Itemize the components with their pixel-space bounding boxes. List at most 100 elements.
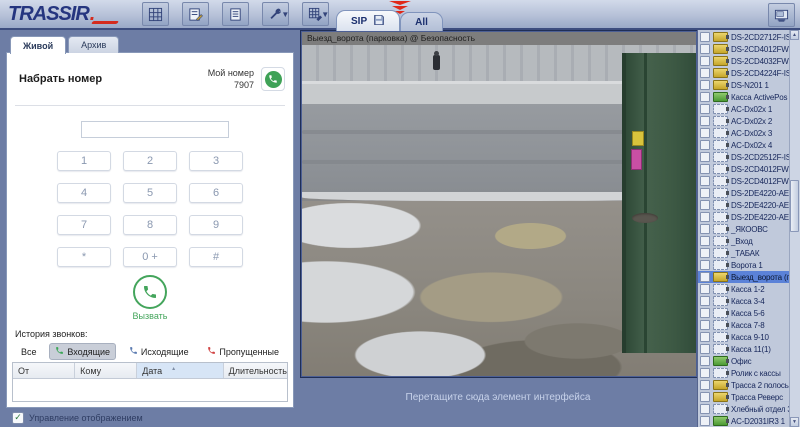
tree-expand-icon[interactable] (700, 284, 710, 294)
tree-expand-icon[interactable] (700, 296, 710, 306)
tree-item[interactable]: _ЯКООВС (698, 223, 790, 235)
tree-item[interactable]: Ролик с кассы (698, 367, 790, 379)
dropdown-arrow-icon[interactable]: ▼ (321, 10, 329, 19)
tree-expand-icon[interactable] (700, 308, 710, 318)
tree-expand-icon[interactable] (700, 416, 710, 426)
dropdown-arrow-icon[interactable]: ▼ (281, 10, 289, 19)
scroll-up-icon[interactable]: ▲ (790, 30, 799, 40)
monitor-display-icon[interactable] (768, 3, 795, 27)
tab-sip[interactable]: SIP (336, 10, 400, 31)
tree-item[interactable]: DS-2CD2712F-IS 1 (698, 31, 790, 43)
call-button[interactable]: Вызвать (7, 275, 293, 321)
dialpad-key-1[interactable]: 1 (57, 151, 111, 171)
tree-scrollbar[interactable]: ▲ ▼ (789, 30, 800, 427)
display-control-toggle[interactable]: ✓ Управление отображением (12, 412, 143, 424)
tree-expand-icon[interactable] (700, 152, 710, 162)
dialpad-key-2[interactable]: 2 (123, 151, 177, 171)
tree-item[interactable]: Касса 1-2 (698, 283, 790, 295)
tree-item[interactable]: AC-D2031IR3 1 (698, 415, 790, 427)
tree-item[interactable]: Касса ActivePos (698, 91, 790, 103)
tree-expand-icon[interactable] (700, 320, 710, 330)
tree-item[interactable]: Касса 7-8 (698, 319, 790, 331)
dialpad-key-hash[interactable]: # (189, 247, 243, 267)
tree-item[interactable]: Касса 9-10 (698, 331, 790, 343)
tree-expand-icon[interactable] (700, 224, 710, 234)
tree-item[interactable]: DS-2DE4220-AE 2 (698, 199, 790, 211)
tree-item[interactable]: DS-2CD2512F-IS 1 (698, 151, 790, 163)
event-log-icon[interactable] (222, 2, 249, 26)
tree-item[interactable]: DS-N201 1 (698, 79, 790, 91)
tree-expand-icon[interactable] (700, 44, 710, 54)
column-header-От[interactable]: От (13, 363, 75, 378)
tree-expand-icon[interactable] (700, 32, 710, 42)
tree-item[interactable]: DS-2CD4224F-IS 1 1 (698, 67, 790, 79)
tree-expand-icon[interactable] (700, 92, 710, 102)
tree-expand-icon[interactable] (700, 176, 710, 186)
tree-expand-icon[interactable] (700, 404, 710, 414)
number-input[interactable] (81, 121, 229, 138)
tree-expand-icon[interactable] (700, 332, 710, 342)
column-header-Дата[interactable]: Дата▴ (137, 363, 223, 378)
tree-item[interactable]: Трасса Реверс (698, 391, 790, 403)
dialpad-key-4[interactable]: 4 (57, 183, 111, 203)
dialpad-key-5[interactable]: 5 (123, 183, 177, 203)
tree-expand-icon[interactable] (700, 140, 710, 150)
tree-expand-icon[interactable] (700, 80, 710, 90)
tree-item[interactable]: Офис (698, 355, 790, 367)
tree-item[interactable]: Касса 3-4 (698, 295, 790, 307)
my-number-phone-button[interactable] (261, 67, 285, 91)
filter-outgoing[interactable]: Исходящие (123, 343, 195, 360)
dialpad-key-6[interactable]: 6 (189, 183, 243, 203)
camera-video-tile[interactable]: Выезд_ворота (парковка) @ Безопасность (300, 30, 698, 378)
tree-item[interactable]: AC-Dx02x 2 (698, 115, 790, 127)
tree-expand-icon[interactable] (700, 104, 710, 114)
tree-item[interactable]: Выезд_ворота (парко (698, 271, 790, 283)
column-header-Длительность[interactable]: Длительность (224, 363, 287, 378)
tree-item[interactable]: AC-Dx02x 3 (698, 127, 790, 139)
tree-item[interactable]: DS-2CD4012FWD-A 2 (698, 175, 790, 187)
tree-expand-icon[interactable] (700, 248, 710, 258)
tree-expand-icon[interactable] (700, 212, 710, 222)
tree-item[interactable]: AC-Dx02x 4 (698, 139, 790, 151)
tree-item[interactable]: _Вход (698, 235, 790, 247)
dialpad-key-0[interactable]: 0 + (123, 247, 177, 267)
tree-item[interactable]: DS-2CD4012FWD-A 1 (698, 43, 790, 55)
dialpad-key-star[interactable]: * (57, 247, 111, 267)
tree-expand-icon[interactable] (700, 200, 710, 210)
tree-item[interactable]: AC-Dx02x 1 (698, 103, 790, 115)
tree-item[interactable]: _ТАБАК (698, 247, 790, 259)
tree-expand-icon[interactable] (700, 164, 710, 174)
tree-expand-icon[interactable] (700, 128, 710, 138)
tree-expand-icon[interactable] (700, 68, 710, 78)
filter-all[interactable]: Все (15, 344, 43, 360)
tree-item[interactable]: DS-2DE4220-AE 1 (698, 187, 790, 199)
tab-all[interactable]: All (400, 12, 443, 31)
filter-missed[interactable]: Пропущенные (201, 343, 285, 360)
column-header-Кому[interactable]: Кому (75, 363, 137, 378)
sip-tab-live[interactable]: Живой (10, 36, 66, 54)
drop-zone[interactable]: Перетащите сюда элемент интерфейса (300, 377, 696, 417)
dialpad-key-9[interactable]: 9 (189, 215, 243, 235)
layout-grid-icon[interactable] (142, 2, 169, 26)
tree-expand-icon[interactable] (700, 344, 710, 354)
tree-expand-icon[interactable] (700, 380, 710, 390)
tree-expand-icon[interactable] (700, 236, 710, 246)
notepad-edit-icon[interactable] (182, 2, 209, 26)
tree-expand-icon[interactable] (700, 272, 710, 282)
tree-item[interactable]: DS-2DE4220-AE 123 (698, 211, 790, 223)
scroll-thumb[interactable] (790, 180, 799, 232)
dialpad-key-7[interactable]: 7 (57, 215, 111, 235)
tree-item[interactable]: Касса 11(1) (698, 343, 790, 355)
tree-item[interactable]: Трасса 2 полосы (698, 379, 790, 391)
tree-expand-icon[interactable] (700, 368, 710, 378)
filter-incoming[interactable]: Входящие (49, 343, 116, 360)
tree-expand-icon[interactable] (700, 356, 710, 366)
tree-item[interactable]: DS-2CD4032FWD-A 1 (698, 55, 790, 67)
tree-item[interactable]: Касса 5-6 (698, 307, 790, 319)
tree-expand-icon[interactable] (700, 116, 710, 126)
tree-expand-icon[interactable] (700, 56, 710, 66)
tree-expand-icon[interactable] (700, 260, 710, 270)
tree-expand-icon[interactable] (700, 188, 710, 198)
dialpad-key-3[interactable]: 3 (189, 151, 243, 171)
scroll-down-icon[interactable]: ▼ (790, 417, 799, 427)
